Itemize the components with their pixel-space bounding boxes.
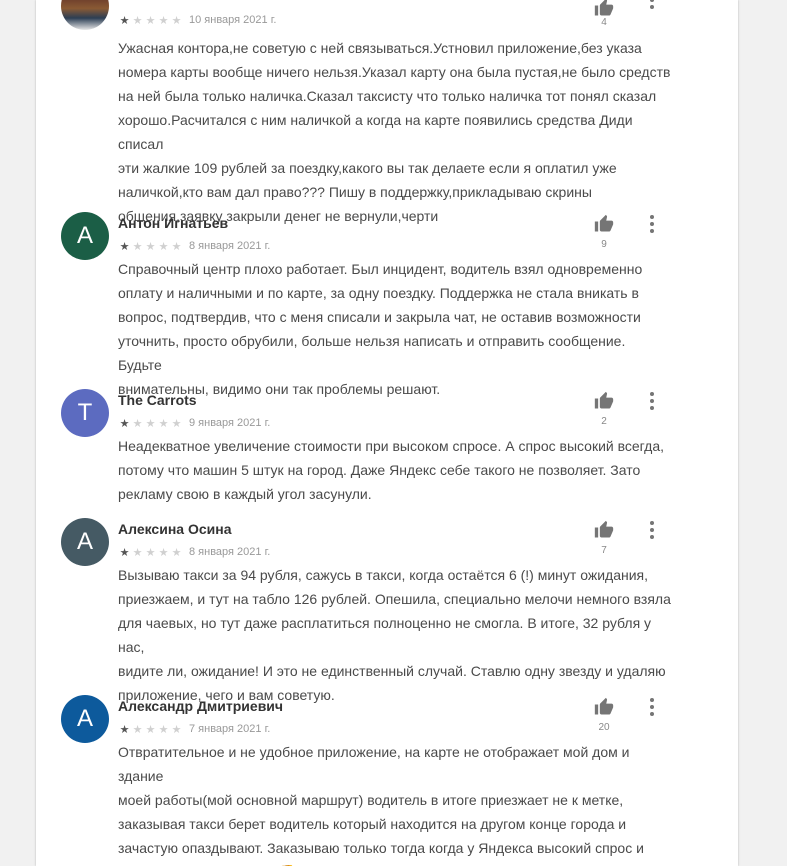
review-author: Антон Игнатьев — [118, 215, 229, 231]
review-date: 8 января 2021 г. — [189, 546, 271, 558]
helpful-count: 20 — [598, 722, 610, 733]
star-empty-icon: ★ — [171, 724, 182, 736]
stars: ★ ★ ★ ★ ★ — [118, 543, 183, 561]
star-rating: ★ ★ ★ ★ ★ 8 января 2021 г. — [118, 237, 271, 255]
more-options-button[interactable] — [640, 0, 664, 12]
review-text: Ужасная контора,не советую с ней связыва… — [118, 40, 671, 224]
stars: ★ ★ ★ ★ ★ — [118, 11, 183, 29]
star-rating: ★ ★ ★ ★ ★ 8 января 2021 г. — [118, 543, 271, 561]
more-vert-icon — [650, 698, 654, 702]
review-date: 7 января 2021 г. — [189, 723, 271, 735]
star-empty-icon: ★ — [158, 241, 169, 253]
review-author: Александр Дмитриевич — [118, 698, 284, 714]
more-options-button[interactable] — [640, 518, 664, 542]
thumb-up-button[interactable] — [591, 518, 617, 542]
avatar: А — [61, 518, 109, 566]
review-text: Вызываю такси за 94 рубля, сажусь в такс… — [118, 567, 671, 703]
more-vert-icon — [650, 392, 654, 396]
avatar — [61, 0, 109, 30]
star-rating: ★ ★ ★ ★ ★ 10 января 2021 г. — [118, 11, 277, 29]
review-author: The Carrots — [118, 392, 197, 408]
thumb-up-button[interactable] — [591, 695, 617, 719]
review-text: Неадекватное увеличение стоимости при вы… — [118, 438, 664, 502]
star-filled-icon: ★ — [119, 547, 130, 559]
avatar: А — [61, 212, 109, 260]
star-empty-icon: ★ — [171, 547, 182, 559]
star-empty-icon: ★ — [158, 15, 169, 27]
reviews-panel: ★ ★ ★ ★ ★ 10 января 2021 г. 4 Ужасная контор… — [36, 0, 738, 866]
more-options-button[interactable] — [640, 695, 664, 719]
star-empty-icon: ★ — [158, 418, 169, 430]
star-filled-icon: ★ — [119, 418, 130, 430]
more-options-button[interactable] — [640, 212, 664, 236]
helpful-count: 7 — [601, 545, 607, 556]
star-empty-icon: ★ — [145, 724, 156, 736]
review-text: Отвратительное и не удобное приложение, … — [118, 744, 644, 866]
star-filled-icon: ★ — [119, 724, 130, 736]
star-empty-icon: ★ — [158, 547, 169, 559]
star-empty-icon: ★ — [132, 547, 143, 559]
star-empty-icon: ★ — [171, 241, 182, 253]
review-date: 8 января 2021 г. — [189, 240, 271, 252]
star-empty-icon: ★ — [132, 241, 143, 253]
thumb-up-icon — [594, 214, 614, 232]
star-empty-icon: ★ — [145, 418, 156, 430]
thumb-up-button[interactable] — [591, 389, 617, 413]
star-rating: ★ ★ ★ ★ ★ 7 января 2021 г. — [118, 720, 271, 738]
thumb-up-button[interactable] — [591, 212, 617, 236]
stars: ★ ★ ★ ★ ★ — [118, 414, 183, 432]
stars: ★ ★ ★ ★ ★ — [118, 237, 183, 255]
star-empty-icon: ★ — [171, 418, 182, 430]
star-empty-icon: ★ — [145, 547, 156, 559]
thumb-up-icon — [594, 520, 614, 538]
helpful-count: 9 — [601, 239, 607, 250]
thumb-up-icon — [594, 391, 614, 409]
star-rating: ★ ★ ★ ★ ★ 9 января 2021 г. — [118, 414, 271, 432]
thumb-up-icon — [594, 697, 614, 715]
star-empty-icon: ★ — [145, 15, 156, 27]
star-filled-icon: ★ — [119, 241, 130, 253]
star-empty-icon: ★ — [132, 418, 143, 430]
more-vert-icon — [650, 521, 654, 525]
star-empty-icon: ★ — [132, 15, 143, 27]
thumb-up-icon — [594, 0, 614, 16]
more-options-button[interactable] — [640, 389, 664, 413]
review-date: 10 января 2021 г. — [189, 14, 277, 26]
review-author: Алексина Осина — [118, 521, 232, 537]
avatar: А — [61, 695, 109, 743]
star-empty-icon: ★ — [158, 724, 169, 736]
helpful-count: 2 — [601, 416, 607, 427]
helpful-count: 4 — [601, 17, 607, 28]
review-date: 9 января 2021 г. — [189, 417, 271, 429]
star-empty-icon: ★ — [145, 241, 156, 253]
star-filled-icon: ★ — [119, 15, 130, 27]
stars: ★ ★ ★ ★ ★ — [118, 720, 183, 738]
avatar: T — [61, 389, 109, 437]
more-vert-icon — [650, 215, 654, 219]
star-empty-icon: ★ — [171, 15, 182, 27]
review-text: Справочный центр плохо работает. Был инц… — [118, 261, 643, 397]
star-empty-icon: ★ — [132, 724, 143, 736]
